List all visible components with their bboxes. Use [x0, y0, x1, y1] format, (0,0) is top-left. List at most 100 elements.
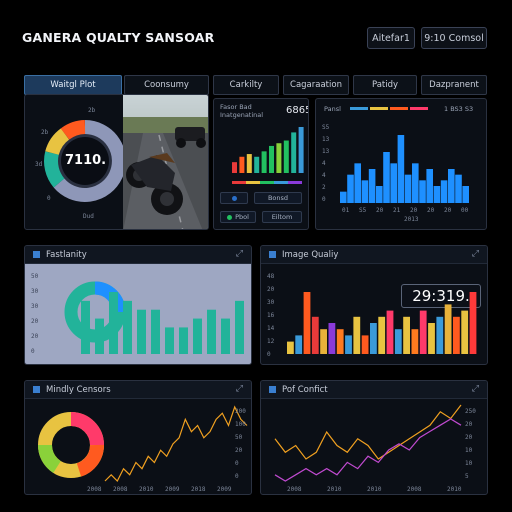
header-button-left[interactable]: Aitefar1	[367, 27, 415, 49]
tab-waitgl-plot[interactable]: Waitgl Plot	[24, 75, 122, 95]
hist-bar	[419, 180, 426, 203]
hist-x-tick: S5	[359, 207, 367, 214]
hist-bar	[340, 191, 347, 203]
tab-carkilty[interactable]: Carkilty	[213, 75, 279, 95]
mindly-x-tick: 2009	[217, 486, 232, 493]
pof-y-tick: 250	[465, 408, 476, 415]
mini-bar	[269, 145, 274, 173]
fastlity-bar	[95, 318, 104, 354]
image-quality-bar	[411, 329, 419, 354]
fastlity-bar	[221, 318, 230, 354]
hist-bar	[412, 163, 419, 203]
mini-pbol-label: Pbol	[235, 213, 249, 221]
pof-y-tick: 20	[465, 421, 473, 428]
mindly-x-tick: 2008	[113, 486, 128, 493]
fastlity-bar	[81, 300, 90, 354]
mini-header-left: Fasor Bad	[220, 103, 252, 111]
hist-bar	[376, 186, 383, 203]
image-quality-panel: Image Qualiy ⤢ 29:319. 48 20 30 16 14 12 0	[260, 245, 488, 365]
legend-dot-icon	[231, 195, 237, 201]
header-button-right[interactable]: 9:10 Comsol	[421, 27, 487, 49]
image-quality-bar	[461, 310, 469, 354]
expand-icon[interactable]: ⤢	[236, 384, 243, 394]
hist-bar	[347, 174, 354, 203]
expand-icon[interactable]: ⤢	[236, 249, 243, 259]
hist-bar	[354, 163, 361, 203]
mindly-y-tick: 100	[235, 421, 246, 428]
pof-x-tick: 2008	[287, 486, 302, 493]
gauge-arc-green	[44, 151, 65, 188]
mini-bar-panel: Fasor Bad Inatgenatinal 6865 Bonsd Pbol …	[213, 98, 309, 230]
mindly-y-tick: 20	[235, 447, 243, 454]
mindly-x-tick: 2009	[165, 486, 180, 493]
fastlity-y-tick: 20	[31, 333, 39, 340]
image-quality-y-tick: 48	[267, 273, 275, 280]
mini-legend-btn[interactable]	[220, 192, 248, 204]
mindly-title: Mindly Censors	[46, 384, 111, 395]
hist-y-tick: 13	[322, 148, 330, 155]
pof-panel: Pof Confict ⤢ 250 20 20 10 10 5 2008 2010 2010 20…	[260, 380, 488, 495]
mindly-x-tick: 2008	[87, 486, 102, 493]
hist-bar	[455, 174, 462, 203]
hist-legend-right: 1 BS3 S3	[444, 105, 474, 113]
image-quality-bar	[336, 329, 344, 354]
image-quality-header: Image Qualiy ⤢	[261, 246, 487, 264]
image-quality-y-tick: 14	[267, 325, 275, 332]
hist-bar	[397, 135, 405, 203]
image-quality-bar	[303, 292, 311, 354]
hist-bar	[462, 186, 469, 203]
mini-bar	[261, 151, 267, 173]
hist-bar	[383, 152, 390, 203]
fastlity-y-tick: 30	[31, 288, 39, 295]
image-quality-bar	[345, 335, 352, 354]
fastlity-bar	[193, 318, 202, 354]
image-quality-bar	[419, 310, 427, 354]
mini-pbol-button[interactable]: Pbol	[220, 211, 256, 223]
panel-square-icon	[33, 251, 40, 258]
hist-bar	[426, 169, 433, 203]
hist-bar	[361, 180, 369, 203]
image-quality-bar	[469, 292, 477, 354]
fastlity-panel: Fastlanity ⤢ 50 30 30 20 20 0	[24, 245, 252, 365]
mini-bonsd-button[interactable]: Bonsd	[254, 192, 302, 204]
image-quality-bar	[403, 316, 410, 354]
image-quality-bar	[320, 329, 327, 354]
histogram-panel: Pansl 1 BS3 S3 S5 13 13 4 4 2 0 01 S5 20 21 20 20 20 0…	[315, 98, 487, 230]
pof-y-tick: 5	[465, 473, 469, 480]
image-quality-y-tick: 30	[267, 299, 275, 306]
hist-y-tick: 0	[322, 196, 326, 203]
fastlity-y-tick: 50	[31, 273, 39, 280]
expand-icon[interactable]: ⤢	[472, 249, 479, 259]
fastlity-y-tick: 0	[31, 348, 35, 355]
image-quality-y-tick: 12	[267, 338, 275, 345]
hist-bar	[390, 163, 397, 203]
fastlity-bar	[109, 292, 118, 354]
hist-legend-color-strip	[350, 107, 428, 110]
mindly-y-tick: 50	[235, 434, 243, 441]
mini-bar	[246, 154, 252, 173]
fastlity-bar	[137, 309, 146, 354]
mini-value: 6865	[286, 105, 309, 116]
hist-bar	[433, 186, 441, 203]
panel-square-icon	[33, 386, 40, 393]
mindly-x-tick: 2010	[139, 486, 154, 493]
fastlity-bar	[207, 309, 216, 354]
pof-x-tick: 2010	[367, 486, 382, 493]
image-quality-y-tick: 0	[267, 351, 271, 358]
tab-coonsumy[interactable]: Coonsumy	[124, 75, 209, 95]
expand-icon[interactable]: ⤢	[472, 384, 479, 394]
mini-gradient-segment	[232, 181, 246, 184]
gauge-label-1: 2b	[88, 107, 96, 114]
mini-gradient-segment	[274, 181, 288, 184]
tab-cagaraation[interactable]: Cagaraation	[283, 75, 349, 95]
pof-header: Pof Confict ⤢	[261, 381, 487, 399]
mindly-y-tick: 0	[235, 460, 239, 467]
mini-eiltom-button[interactable]: Eiltom	[262, 211, 302, 223]
hist-x-tick: 21	[393, 207, 401, 214]
gauge-panel: 7110. 2b 2b 3d 0 Dud	[24, 94, 209, 230]
tab-patidy[interactable]: Patidy	[353, 75, 417, 95]
mini-bar	[283, 140, 289, 173]
tab-dazpranent[interactable]: Dazpranent	[421, 75, 487, 95]
dashboard-app: GANERA QUALTY SANSOAR Aitefar1 9:10 Coms…	[0, 0, 512, 512]
pof-x-tick: 2010	[447, 486, 462, 493]
